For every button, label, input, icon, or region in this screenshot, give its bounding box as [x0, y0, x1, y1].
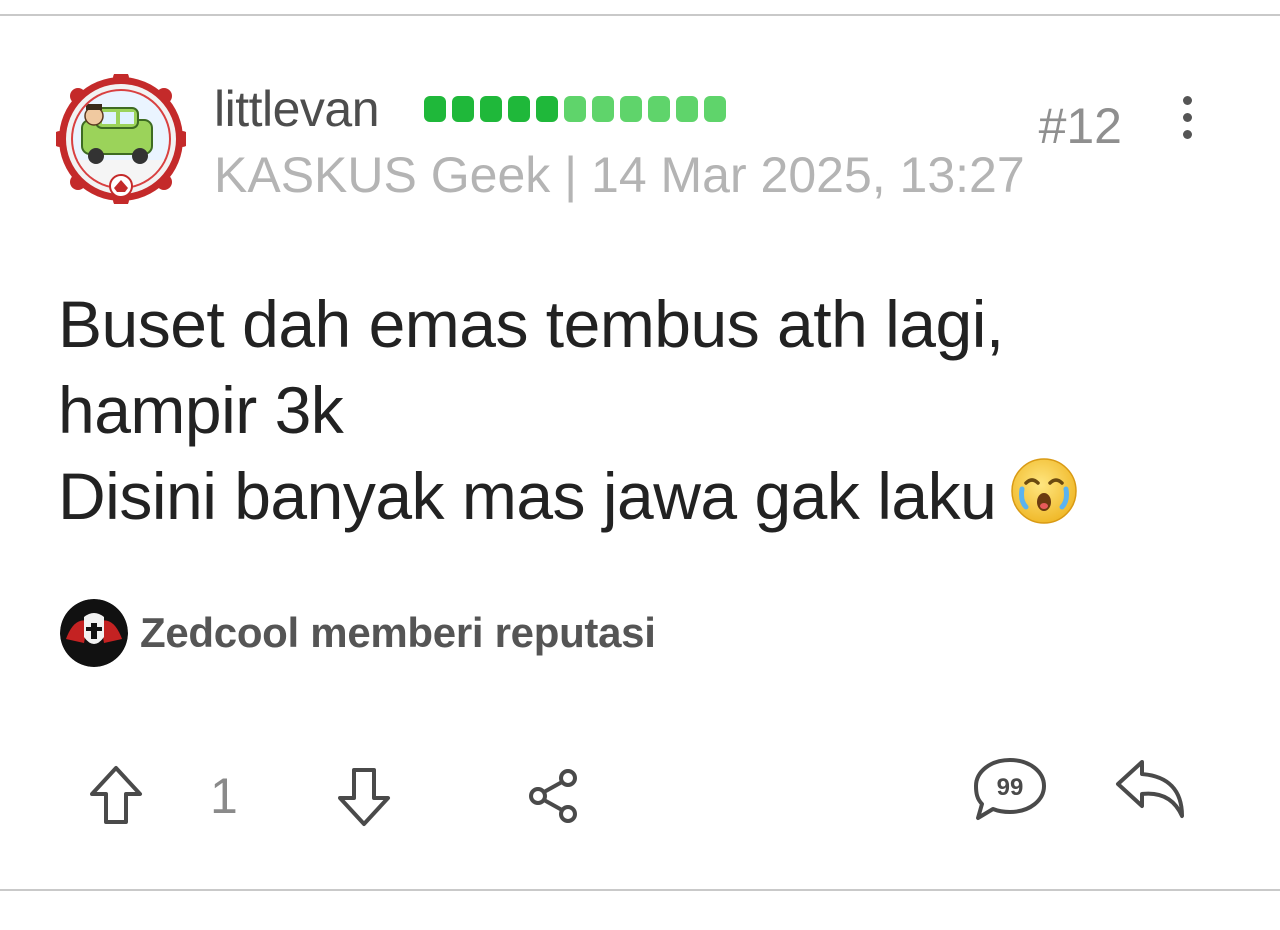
user-avatar-image: [56, 74, 186, 204]
share-button[interactable]: [526, 768, 584, 826]
quote-button[interactable]: 99: [970, 754, 1050, 824]
rank-bar: [424, 96, 726, 124]
reputation-row[interactable]: Zedcool memberi reputasi: [60, 598, 656, 668]
rank-segment: [592, 96, 614, 122]
reply-icon: [1116, 760, 1184, 818]
rank-segment: [564, 96, 586, 122]
rank-segment: [536, 96, 558, 122]
arrow-up-icon: [90, 766, 142, 824]
crying-face-emoji: [1008, 455, 1080, 527]
bottom-divider: [0, 889, 1280, 891]
svg-text:99: 99: [997, 774, 1024, 801]
upvote-button[interactable]: [88, 764, 144, 828]
rank-segment: [424, 96, 446, 122]
post-body-line-2: hampir 3k: [58, 373, 344, 447]
vote-count: 1: [210, 768, 238, 824]
username[interactable]: littlevan: [214, 79, 380, 139]
rank-segment: [480, 96, 502, 122]
quote-icon: 99: [974, 758, 1046, 820]
more-vertical-icon[interactable]: [1168, 96, 1208, 156]
share-icon: [529, 769, 577, 823]
rank-segment: [620, 96, 642, 122]
rank-segment: [452, 96, 474, 122]
rank-segment: [704, 96, 726, 122]
post-card: littlevan #12 KASKUS Geek | 14 Mar 2025,…: [0, 16, 1280, 889]
post-number[interactable]: #12: [1039, 96, 1122, 156]
post-meta: KASKUS Geek | 14 Mar 2025, 13:27: [214, 147, 1025, 203]
reply-button[interactable]: [1112, 754, 1192, 824]
rank-segment: [676, 96, 698, 122]
rank-segment: [508, 96, 530, 122]
post-body: Buset dah emas tembus ath lagi, hampir 3…: [58, 281, 1218, 539]
reputation-text: Zedcool memberi reputasi: [140, 609, 656, 656]
downvote-button[interactable]: [336, 764, 392, 828]
post-body-line-3-text: Disini banyak mas jawa gak laku: [58, 459, 997, 533]
rank-segment: [648, 96, 670, 122]
post-body-line-1: Buset dah emas tembus ath lagi,: [58, 287, 1004, 361]
post-body-line-3: Disini banyak mas jawa gak laku: [58, 453, 1218, 539]
user-avatar[interactable]: [56, 74, 186, 204]
arrow-down-icon: [338, 768, 390, 826]
reputation-user-avatar[interactable]: [60, 599, 128, 667]
